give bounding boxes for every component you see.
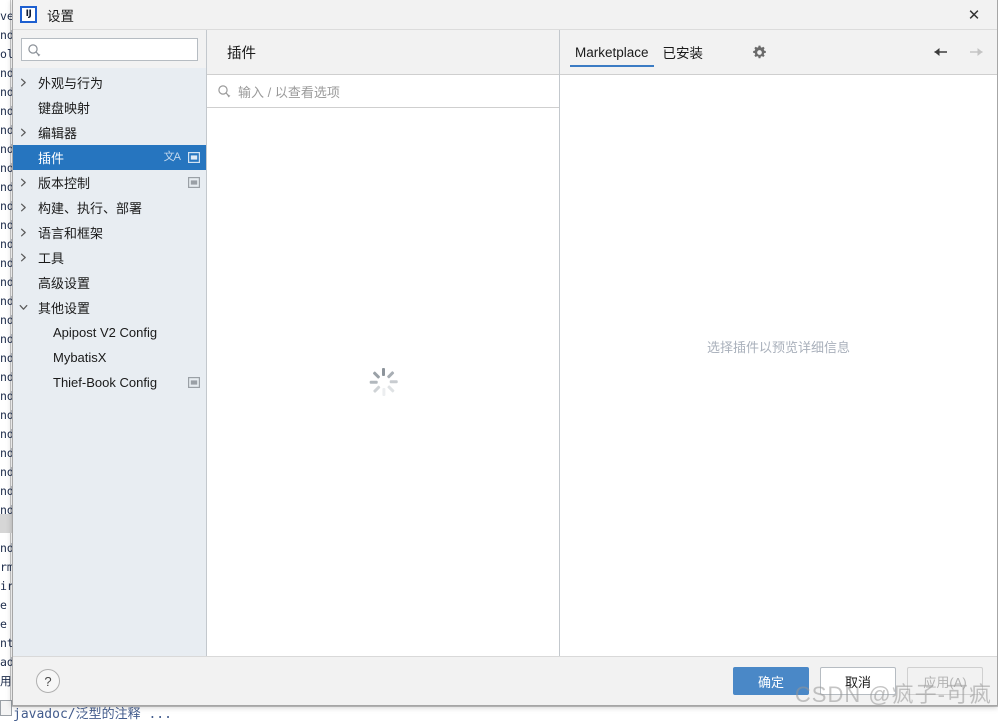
plugin-search-placeholder: 输入 / 以查看选项	[238, 84, 340, 100]
tab-marketplace-label: Marketplace	[575, 44, 649, 60]
sidebar-item-label: Apipost V2 Config	[53, 325, 158, 340]
spinner-blade	[372, 370, 381, 379]
plugin-tabbar: Marketplace 已安装	[560, 30, 997, 74]
sidebar-item-label: 高级设置	[38, 276, 91, 291]
help-icon[interactable]: ?	[36, 669, 60, 693]
editor-code-fragment: e	[0, 617, 7, 631]
plugin-list-pane: 插件 输入 / 以查看选项	[207, 30, 560, 656]
tab-marketplace[interactable]: Marketplace	[568, 30, 656, 74]
navigation-buttons	[930, 41, 987, 63]
close-glyph: ✕	[967, 6, 981, 24]
spinner-blade	[369, 380, 378, 384]
sidebar-item-row-7[interactable]: 工具	[13, 245, 206, 270]
sidebar-item-apipost-v2-config[interactable]: Apipost V2 Config	[13, 320, 206, 345]
window-icon	[188, 152, 200, 163]
tab-installed[interactable]: 已安装	[656, 30, 711, 74]
chevron-right-icon[interactable]	[13, 178, 33, 187]
translate-icon: 文A	[163, 151, 181, 163]
plugin-detail-pane: Marketplace 已安装 选择插件以预览详细信息	[560, 30, 997, 656]
footer-button-group: 确定 取消 应用(A)	[733, 667, 983, 695]
gear-icon[interactable]	[748, 41, 770, 63]
settings-sidebar: 外观与行为键盘映射编辑器插件 文A 版本控制构建、执行、部署 语言和框架工具高级设置其…	[13, 30, 207, 656]
spinner-blade	[381, 368, 385, 376]
spinner-blade	[386, 370, 395, 379]
spinner-blade	[389, 380, 398, 384]
sidebar-item-row-0[interactable]: 外观与行为	[13, 70, 206, 95]
search-input[interactable]	[21, 38, 198, 61]
spinner-blade	[386, 385, 395, 394]
ok-button[interactable]: 确定	[733, 667, 809, 695]
apply-button-label: 应用(A)	[923, 674, 967, 690]
apply-button: 应用(A)	[907, 667, 983, 695]
cancel-button-label: 取消	[844, 674, 871, 690]
dialog-footer: ? 确定 取消 应用(A)	[13, 656, 997, 705]
sidebar-item-row-1[interactable]: 键盘映射	[13, 95, 206, 120]
chevron-down-icon[interactable]	[13, 303, 33, 312]
loading-spinner-icon	[369, 368, 398, 396]
spinner-blade	[381, 388, 385, 396]
sidebar-item-label: 构建、执行、部署	[38, 201, 143, 216]
sidebar-item-row-5[interactable]: 构建、执行、部署	[13, 195, 206, 220]
search-icon	[217, 84, 231, 98]
sidebar-item-label: 插件	[38, 151, 65, 166]
settings-dialog: IJ 设置 ✕ 外观与行为 键盘映射 编辑器 插件文A 版本控制 构建、执行、部…	[12, 0, 998, 706]
editor-code-fragment: 用	[0, 674, 12, 688]
arrow-left-icon[interactable]	[930, 41, 952, 63]
close-icon[interactable]: ✕	[951, 0, 997, 29]
chevron-right-icon[interactable]	[13, 128, 33, 137]
chevron-right-icon[interactable]	[13, 253, 33, 262]
dialog-body: 外观与行为 键盘映射 编辑器 插件 文A 版本控制 构建、执行、部署 语言和框架 工具 高级设置其…	[13, 30, 997, 656]
logo-text: IJ	[25, 9, 32, 19]
sidebar-item-label: 语言和框架	[38, 226, 104, 241]
cancel-button[interactable]: 取消	[820, 667, 896, 695]
sidebar-item-row-4[interactable]: 版本控制	[13, 170, 206, 195]
sidebar-item-icons	[180, 177, 200, 188]
sidebar-item-label: 其他设置	[38, 301, 91, 316]
chevron-right-icon[interactable]	[13, 78, 33, 87]
search-icon	[27, 43, 41, 57]
sidebar-item-icons: 文A	[156, 152, 200, 163]
sidebar-item-thief-book-config[interactable]: Thief-Book Config	[13, 370, 206, 395]
detail-empty-message: 选择插件以预览详细信息	[706, 340, 850, 355]
sidebar-item-mybatisx[interactable]: MybatisX	[13, 345, 206, 370]
sidebar-item-label: MybatisX	[53, 350, 107, 365]
sidebar-item-row-3[interactable]: 插件 文A	[13, 145, 206, 170]
sidebar-item-label: 编辑器	[38, 126, 78, 141]
editor-code-fragment: e	[0, 598, 7, 612]
ide-bottom-icon	[0, 700, 12, 716]
editor-selected-line	[0, 514, 12, 533]
sidebar-item-icons	[180, 377, 200, 388]
chevron-right-icon[interactable]	[13, 203, 33, 212]
plugin-detail-body: 选择插件以预览详细信息	[560, 74, 997, 656]
plugin-pane-title: 插件	[207, 30, 559, 74]
intellij-idea-logo-icon: IJ	[20, 6, 37, 23]
settings-tree: 外观与行为键盘映射编辑器插件 文A 版本控制构建、执行、部署 语言和框架工具高级设置其…	[13, 68, 206, 656]
sidebar-item-row-9[interactable]: 其他设置	[13, 295, 206, 320]
plugin-search-input[interactable]: 输入 / 以查看选项	[207, 74, 559, 108]
sidebar-item-label: 版本控制	[38, 176, 91, 191]
window-icon	[188, 177, 200, 188]
sidebar-item-label: 键盘映射	[38, 101, 91, 116]
help-glyph: ?	[44, 673, 52, 689]
window-icon	[188, 377, 200, 388]
plugin-results-list[interactable]	[207, 108, 559, 656]
dialog-title: 设置	[47, 8, 74, 24]
sidebar-item-row-8[interactable]: 高级设置	[13, 270, 206, 295]
sidebar-item-label: 外观与行为	[38, 76, 104, 91]
sidebar-search-container	[13, 30, 206, 68]
spinner-blade	[372, 385, 381, 394]
sidebar-item-label: Thief-Book Config	[53, 375, 158, 390]
sidebar-item-row-2[interactable]: 编辑器	[13, 120, 206, 145]
ok-button-label: 确定	[757, 674, 784, 690]
sidebar-item-label: 工具	[38, 251, 65, 266]
chevron-right-icon[interactable]	[13, 228, 33, 237]
sidebar-item-row-6[interactable]: 语言和框架	[13, 220, 206, 245]
dialog-titlebar: IJ 设置 ✕	[13, 0, 997, 30]
tab-installed-label: 已安装	[662, 46, 704, 61]
arrow-right-icon	[965, 41, 987, 63]
